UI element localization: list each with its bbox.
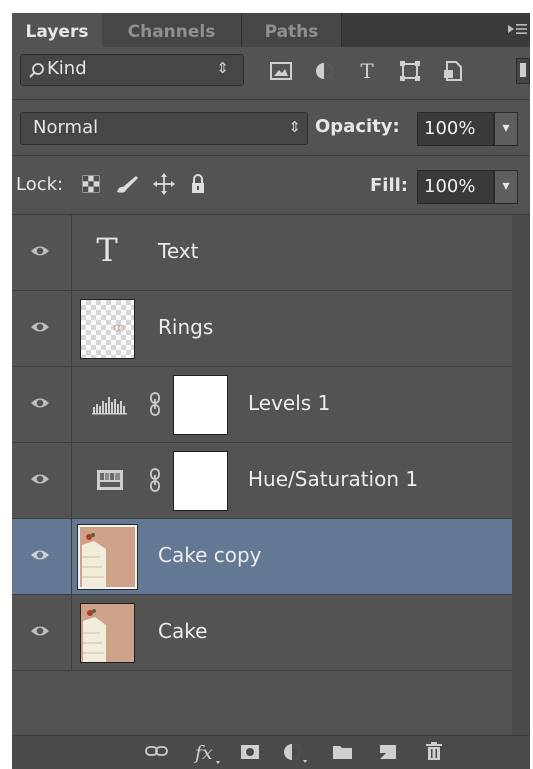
layer-mask-thumbnail[interactable] — [173, 375, 228, 435]
opacity-label: Opacity: — [315, 116, 400, 137]
lock-transparent-icon[interactable] — [80, 173, 102, 195]
svg-text:fx: fx — [193, 742, 213, 764]
type-filter-icon[interactable]: T — [355, 60, 379, 82]
new-group-icon[interactable] — [330, 739, 356, 763]
visibility-toggle[interactable] — [12, 519, 72, 594]
eye-icon — [31, 398, 49, 408]
eye-icon — [31, 322, 49, 332]
layer-name: Text — [158, 239, 199, 263]
layer-row-hue-saturation-1[interactable]: Hue/Saturation 1 — [12, 443, 512, 519]
delete-layer-icon[interactable] — [422, 739, 446, 763]
opacity-dropdown-button[interactable]: ▾ — [494, 112, 518, 146]
divider — [12, 155, 530, 156]
select-arrows-icon: ⇕ — [216, 59, 229, 77]
new-fill-adjustment-icon[interactable] — [280, 739, 310, 765]
layer-thumbnail — [77, 524, 138, 590]
panel-menu-icon[interactable] — [506, 19, 528, 39]
divider — [12, 99, 530, 100]
mask-link-icon[interactable] — [148, 467, 162, 493]
image-filter-icon[interactable] — [269, 60, 293, 82]
layer-name: Rings — [158, 315, 214, 339]
layer-thumbnail — [80, 603, 135, 663]
layer-row-cake[interactable]: Cake — [12, 595, 512, 671]
visibility-toggle[interactable] — [12, 443, 72, 518]
eye-icon — [31, 246, 49, 256]
link-layers-icon[interactable] — [144, 739, 170, 763]
svg-text:T: T — [360, 60, 374, 82]
layer-row-text[interactable]: T Text — [12, 215, 512, 291]
mask-link-icon[interactable] — [148, 391, 162, 417]
layer-name: Cake copy — [158, 543, 262, 567]
layer-row-rings[interactable]: Rings — [12, 291, 512, 367]
fill-label: Fill: — [370, 175, 409, 196]
lock-position-icon[interactable] — [153, 173, 175, 195]
lock-image-icon[interactable] — [114, 173, 140, 195]
layer-thumbnail — [80, 299, 135, 359]
layers-scrollbar[interactable] — [512, 215, 530, 735]
eye-icon — [31, 626, 49, 636]
select-arrows-icon: ⇕ — [288, 118, 301, 136]
layer-row-cake-copy[interactable]: Cake copy — [12, 519, 512, 595]
eye-icon — [31, 550, 49, 560]
blend-mode-select[interactable]: Normal ⇕ — [20, 112, 308, 145]
layer-name: Cake — [158, 619, 208, 643]
text-layer-icon: T — [96, 233, 118, 267]
visibility-toggle[interactable] — [12, 215, 72, 290]
tab-layers[interactable]: Layers — [12, 13, 102, 47]
lock-all-icon[interactable] — [189, 173, 207, 195]
adjustment-filter-icon[interactable] — [312, 60, 336, 82]
tab-channels[interactable]: Channels — [102, 13, 242, 47]
fill-dropdown-button[interactable]: ▾ — [494, 170, 518, 204]
layer-row-levels-1[interactable]: Levels 1 — [12, 367, 512, 443]
smart-object-filter-icon[interactable] — [441, 60, 465, 82]
fx-icon[interactable]: fx — [192, 739, 222, 767]
visibility-toggle[interactable] — [12, 595, 72, 670]
filter-kind-label: Kind — [47, 58, 87, 79]
layer-name: Levels 1 — [248, 391, 331, 415]
blend-mode-value: Normal — [33, 117, 99, 138]
shape-filter-icon[interactable] — [398, 60, 422, 82]
visibility-toggle[interactable] — [12, 367, 72, 442]
hue-saturation-icon — [97, 470, 123, 490]
layers-panel: Layers Channels Paths Kind ⇕ T Normal ⇕ … — [12, 13, 530, 769]
lock-label: Lock: — [16, 174, 64, 195]
layers-bottom-toolbar: fx — [12, 735, 530, 769]
layer-name: Hue/Saturation 1 — [248, 467, 419, 491]
visibility-toggle[interactable] — [12, 291, 72, 366]
svg-text:T: T — [96, 233, 118, 267]
tab-paths[interactable]: Paths — [242, 13, 342, 47]
layer-mask-thumbnail[interactable] — [173, 451, 228, 511]
search-icon — [29, 63, 44, 78]
opacity-input[interactable]: 100% — [417, 112, 494, 146]
new-layer-icon[interactable] — [376, 739, 400, 763]
add-mask-icon[interactable] — [238, 739, 262, 763]
fill-input[interactable]: 100% — [417, 170, 494, 204]
levels-icon — [92, 397, 127, 415]
tab-bar: Layers Channels Paths — [12, 13, 530, 47]
filter-toggle-switch[interactable] — [516, 58, 530, 84]
filter-kind-select[interactable]: Kind ⇕ — [20, 54, 244, 86]
eye-icon — [31, 474, 49, 484]
